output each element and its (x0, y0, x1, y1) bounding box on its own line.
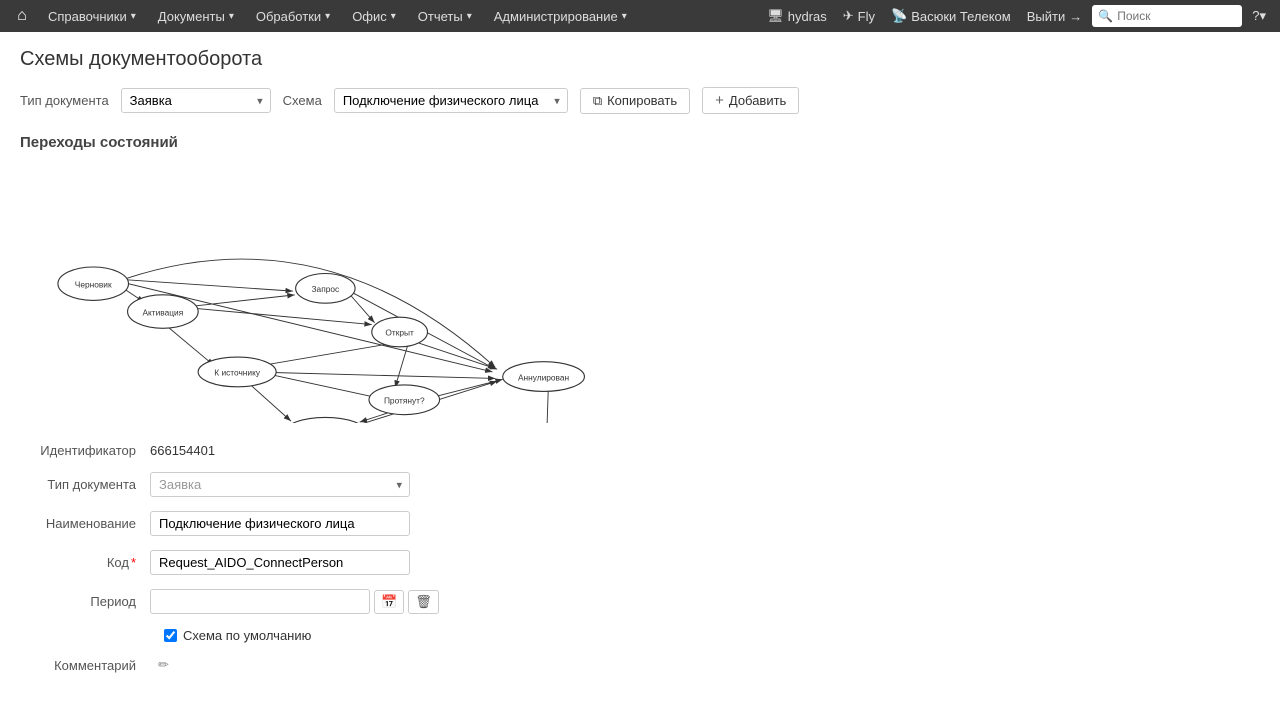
default-schema-row: Схема по умолчанию (20, 628, 1260, 643)
comment-label: Комментарий (20, 658, 150, 673)
name-label: Наименование (20, 516, 150, 531)
nav-item-documents[interactable]: Документы ▾ (148, 0, 244, 32)
states-section: Переходы состояний (20, 134, 1260, 673)
form-doc-type-select[interactable]: Заявка (150, 472, 410, 497)
doc-type-row: Тип документа Заявка ▾ (20, 472, 1260, 497)
schema-select[interactable]: Подключение физического лица (334, 88, 568, 113)
svg-text:Протянут?: Протянут? (384, 396, 425, 406)
doc-type-select[interactable]: Заявка (121, 88, 271, 113)
name-input[interactable] (150, 511, 410, 536)
schema-label: Схема (283, 93, 322, 108)
add-button[interactable]: + Добавить (702, 87, 799, 114)
nav-item-admin[interactable]: Администрирование ▾ (484, 0, 637, 32)
workflow-graph: Черновик Активация Запрос Открыт К источ… (20, 163, 640, 423)
code-input[interactable] (150, 550, 410, 575)
svg-text:Активация: Активация (142, 307, 183, 317)
logout-button[interactable]: Выйти → (1021, 9, 1089, 24)
default-schema-label[interactable]: Схема по умолчанию (183, 628, 311, 643)
fly-item[interactable]: ✈ Fly (837, 8, 881, 24)
form-doc-type-label: Тип документа (20, 477, 150, 492)
search-input[interactable] (1117, 9, 1237, 23)
plus-icon: + (715, 92, 724, 109)
nav-item-references[interactable]: Справочники ▾ (38, 0, 146, 32)
calendar-button[interactable]: 📅 (374, 590, 404, 614)
toolbar: Тип документа Заявка ▾ Схема Подключение… (20, 87, 1260, 114)
period-input[interactable] (150, 589, 370, 614)
copy-icon: ⧉ (593, 93, 602, 109)
id-label: Идентификатор (20, 443, 150, 458)
pencil-icon[interactable]: ✏ (158, 657, 169, 673)
telecom-icon: 📡 (891, 8, 907, 24)
period-group: 📅 🗑 (150, 589, 439, 614)
fly-icon: ✈ (843, 8, 854, 24)
svg-text:Запрос: Запрос (312, 284, 340, 294)
svg-text:Открыт: Открыт (385, 328, 414, 338)
clear-date-button[interactable]: 🗑 (408, 590, 439, 614)
server-icon: 🖥 (767, 8, 784, 24)
doc-type-label: Тип документа (20, 93, 109, 108)
help-button[interactable]: ?▾ (1246, 8, 1272, 24)
states-title: Переходы состояний (20, 134, 1260, 151)
svg-text:К источнику: К источнику (214, 368, 261, 378)
svg-text:Черновик: Черновик (75, 279, 112, 289)
id-value: 666154401 (150, 443, 215, 458)
comment-row: Комментарий ✏ (20, 657, 1260, 673)
calendar-icon: 📅 (381, 594, 397, 609)
name-row: Наименование (20, 511, 1260, 536)
form-doc-type-select-wrapper[interactable]: Заявка ▾ (150, 472, 410, 497)
id-row: Идентификатор 666154401 (20, 443, 1260, 458)
logout-icon: → (1069, 9, 1082, 24)
default-schema-checkbox[interactable] (164, 629, 177, 642)
chevron-down-icon: ▾ (622, 11, 627, 22)
server-item[interactable]: 🖥 hydras (761, 8, 833, 24)
chevron-down-icon: ▾ (391, 11, 396, 22)
chevron-down-icon: ▾ (131, 11, 136, 22)
doc-type-select-wrapper[interactable]: Заявка ▾ (121, 88, 271, 113)
chevron-down-icon: ▾ (229, 11, 234, 22)
navbar: ⌂ Справочники ▾ Документы ▾ Обработки ▾ … (0, 0, 1280, 32)
code-label: Код (20, 555, 150, 570)
svg-text:Аннулирован: Аннулирован (518, 372, 570, 382)
graph-area: Черновик Активация Запрос Открыт К источ… (20, 163, 640, 423)
home-button[interactable]: ⌂ (8, 2, 36, 30)
user-section: 🖥 hydras ✈ Fly 📡 Васюки Телеком Выйти → … (761, 5, 1272, 27)
copy-button[interactable]: ⧉ Копировать (580, 88, 690, 114)
nav-item-office[interactable]: Офис ▾ (342, 0, 406, 32)
schema-select-wrapper[interactable]: Подключение физического лица ▾ (334, 88, 568, 113)
telecom-item[interactable]: 📡 Васюки Телеком (885, 8, 1017, 24)
trash-icon: 🗑 (415, 594, 432, 609)
code-row: Код (20, 550, 1260, 575)
chevron-down-icon: ▾ (467, 11, 472, 22)
nav-item-processing[interactable]: Обработки ▾ (246, 0, 340, 32)
period-label: Период (20, 594, 150, 609)
search-icon: 🔍 (1098, 9, 1113, 23)
period-row: Период 📅 🗑 (20, 589, 1260, 614)
page-content: Схемы документооборота Тип документа Зая… (0, 32, 1280, 703)
nav-item-reports[interactable]: Отчеты ▾ (408, 0, 482, 32)
page-title: Схемы документооборота (20, 48, 1260, 71)
search-box[interactable]: 🔍 (1092, 5, 1242, 27)
chevron-down-icon: ▾ (325, 11, 330, 22)
